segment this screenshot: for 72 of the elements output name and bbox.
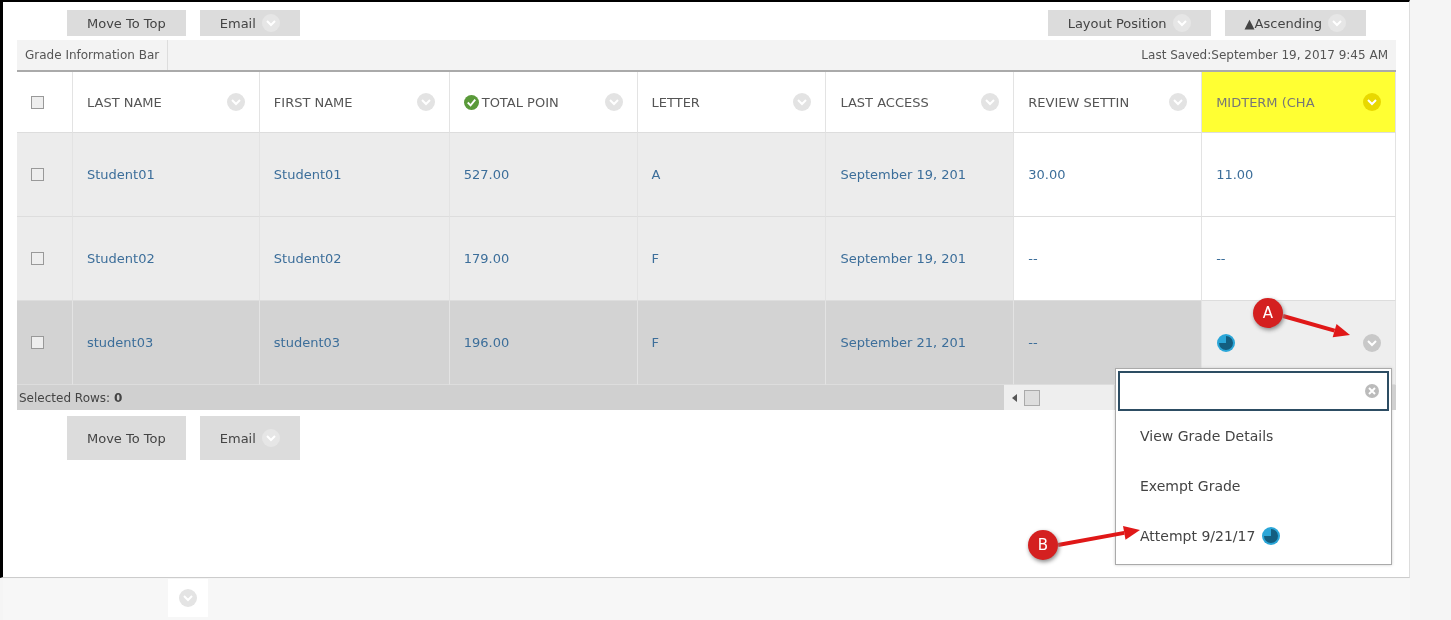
clear-icon[interactable] xyxy=(1365,384,1379,398)
toolbar-button[interactable]: Email xyxy=(199,10,300,36)
scroll-left-icon[interactable] xyxy=(1012,393,1018,402)
column-header[interactable]: LAST NAME xyxy=(72,72,260,133)
cell-text: September 21, 201 xyxy=(840,335,966,350)
checkbox[interactable] xyxy=(31,168,44,181)
column-title: MIDTERM (CHA xyxy=(1216,94,1315,110)
check-icon xyxy=(463,94,479,110)
cell-text: -- xyxy=(1028,335,1038,350)
cell-text[interactable]: student03 xyxy=(86,335,154,350)
chevron-icon[interactable] xyxy=(793,93,812,111)
cell-text: September 19, 201 xyxy=(840,167,966,182)
chevron-icon[interactable] xyxy=(226,93,245,111)
cell-text[interactable]: Student01 xyxy=(273,167,342,182)
cell-text[interactable]: 179.00 xyxy=(463,251,510,266)
scroll-thumb[interactable] xyxy=(1024,389,1040,406)
chevron-icon[interactable] xyxy=(1328,14,1346,32)
checkbox[interactable] xyxy=(31,336,44,349)
in-progress-icon xyxy=(1261,526,1282,546)
toolbar-button[interactable]: Move To Top xyxy=(67,416,186,460)
checkbox[interactable] xyxy=(31,252,44,265)
menu-item[interactable]: Exempt Grade xyxy=(1118,461,1389,511)
column-header[interactable]: FIRST NAME xyxy=(259,72,450,133)
column-header[interactable]: MIDTERM (CHA xyxy=(1202,72,1396,133)
info-bar-title: Grade Information Bar xyxy=(17,40,169,70)
cell-text[interactable]: Student01 xyxy=(86,167,155,182)
column-header[interactable]: LAST ACCESS xyxy=(826,72,1015,133)
cell-text: September 19, 201 xyxy=(840,251,966,266)
toolbar-button[interactable]: ▲Ascending xyxy=(1224,10,1366,36)
column-header[interactable]: LETTER xyxy=(637,72,827,133)
chevron-icon[interactable] xyxy=(261,14,280,32)
column-title: FIRST NAME xyxy=(273,94,353,110)
last-saved-text: Last Saved:September 19, 2017 9:45 AM xyxy=(1141,48,1389,62)
chevron-icon[interactable] xyxy=(981,93,1000,111)
toolbar-button[interactable]: Layout Position xyxy=(1047,10,1211,36)
cell-text: A xyxy=(651,167,661,182)
column-header[interactable]: TOTAL POIN xyxy=(449,72,638,133)
chevron-icon[interactable] xyxy=(1172,14,1191,32)
chevron-icon[interactable] xyxy=(416,93,435,111)
selected-rows-text: Selected Rows: 0 xyxy=(18,390,123,405)
scrollbar[interactable] xyxy=(1004,385,1114,410)
column-title: LAST ACCESS xyxy=(840,94,929,110)
footer-button[interactable] xyxy=(168,579,208,617)
column-title: TOTAL POIN xyxy=(481,94,559,110)
chevron-icon[interactable] xyxy=(261,429,280,447)
chevron-icon[interactable] xyxy=(179,589,197,607)
toolbar-button[interactable]: Email xyxy=(199,416,300,460)
cell-text[interactable]: 527.00 xyxy=(463,167,510,182)
column-header[interactable]: REVIEW SETTIN xyxy=(1014,72,1203,133)
cell-text[interactable]: Student02 xyxy=(86,251,155,266)
cell-text: 30.00 xyxy=(1028,167,1066,182)
cell-text: F xyxy=(651,335,660,350)
column-title: LAST NAME xyxy=(86,94,162,110)
chevron-icon[interactable] xyxy=(1363,333,1381,352)
cell-text[interactable]: student03 xyxy=(273,335,341,350)
chevron-icon[interactable] xyxy=(1363,93,1381,111)
in-progress-icon xyxy=(1216,332,1237,353)
menu-item[interactable]: View Grade Details xyxy=(1118,411,1389,461)
menu-item[interactable]: Attempt 9/21/17 xyxy=(1118,511,1389,561)
search-field[interactable] xyxy=(1118,371,1389,411)
cell-text: -- xyxy=(1028,251,1038,266)
checkbox[interactable] xyxy=(31,95,44,109)
toolbar-button[interactable]: Move To Top xyxy=(67,10,186,36)
column-title: LETTER xyxy=(651,94,700,110)
cell-text: -- xyxy=(1216,251,1226,266)
cell-text: 11.00 xyxy=(1216,167,1254,182)
cell-text[interactable]: Student02 xyxy=(273,251,342,266)
cell-text: F xyxy=(651,251,660,266)
cell-text[interactable]: 196.00 xyxy=(463,335,510,350)
chevron-icon[interactable] xyxy=(1169,93,1188,111)
chevron-icon[interactable] xyxy=(604,93,623,111)
column-title: REVIEW SETTIN xyxy=(1028,94,1130,110)
